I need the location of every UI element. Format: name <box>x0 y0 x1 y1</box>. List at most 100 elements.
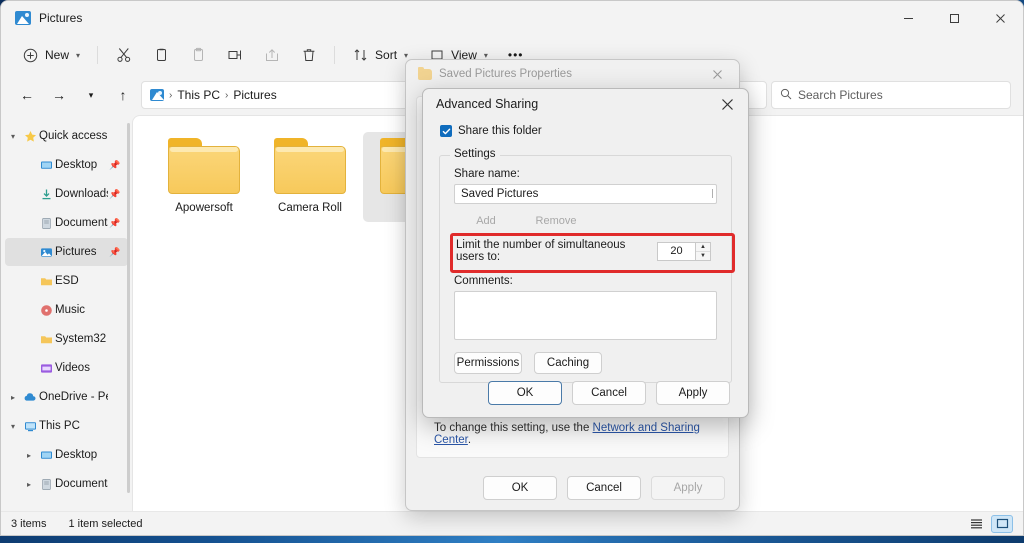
network-sharing-note: To change this setting, use the Network … <box>434 422 739 446</box>
up-arrow-icon[interactable]: ↑ <box>109 81 137 109</box>
advanced-sharing-dialog: Advanced Sharing Share this folder Setti… <box>422 88 749 418</box>
breadcrumb-pictures[interactable]: Pictures <box>233 88 276 102</box>
status-bar: 3 items 1 item selected <box>1 511 1023 535</box>
recent-locations-chevron-down-icon[interactable]: ▾ <box>77 81 105 109</box>
sidebar-item-label: Documents <box>55 217 108 229</box>
sidebar-item-label: Quick access <box>39 130 108 142</box>
properties-apply-button[interactable]: Apply <box>651 476 725 500</box>
search-placeholder: Search Pictures <box>798 88 883 102</box>
advanced-sharing-apply-button[interactable]: Apply <box>656 381 730 405</box>
sort-icon <box>352 47 369 64</box>
window-title: Pictures <box>39 11 83 25</box>
expander-chevron-icon[interactable]: ▸ <box>21 480 37 489</box>
share-this-folder-checkbox[interactable] <box>440 125 452 137</box>
sidebar-item-label: Music <box>55 304 86 316</box>
plus-circle-icon <box>22 47 39 64</box>
trash-icon <box>300 47 317 64</box>
sidebar-item-documents[interactable]: Documents 📌 <box>5 209 128 237</box>
sidebar-item-system32[interactable]: System32 <box>5 325 128 353</box>
cut-button[interactable] <box>106 40 141 70</box>
window-controls <box>885 1 1023 35</box>
sidebar-item-desktop[interactable]: Desktop 📌 <box>5 151 128 179</box>
limit-users-value[interactable]: 20 <box>657 241 695 261</box>
forward-arrow-icon[interactable]: → <box>45 81 73 109</box>
sidebar-item-quick-access[interactable]: ▾ Quick access <box>5 122 128 150</box>
expander-chevron-icon[interactable]: ▾ <box>5 132 21 141</box>
limit-users-stepper[interactable]: 20 ▲ ▼ <box>657 241 711 261</box>
settings-legend: Settings <box>450 148 500 160</box>
properties-cancel-button[interactable]: Cancel <box>567 476 641 500</box>
large-icons-view-icon[interactable] <box>991 514 1013 533</box>
expander-chevron-icon[interactable]: ▸ <box>5 393 21 402</box>
sidebar-item-esd[interactable]: ESD <box>5 267 128 295</box>
minimize-icon[interactable] <box>885 1 931 35</box>
chevron-down-icon[interactable] <box>704 189 713 198</box>
sidebar-item-label: Desktop <box>55 449 98 461</box>
new-button[interactable]: New ▾ <box>13 40 89 70</box>
breadcrumb-separator: › <box>225 89 229 101</box>
back-arrow-icon[interactable]: ← <box>13 81 41 109</box>
folder-icon <box>37 275 55 288</box>
caching-button[interactable]: Caching <box>534 352 602 374</box>
sidebar-item-label: OneDrive - Perso <box>39 391 108 403</box>
advanced-sharing-ok-button[interactable]: OK <box>488 381 562 405</box>
new-button-label: New <box>45 48 70 62</box>
advanced-sharing-cancel-button[interactable]: Cancel <box>572 381 646 405</box>
remove-button[interactable]: Remove <box>526 211 586 230</box>
properties-ok-button[interactable]: OK <box>483 476 557 500</box>
breadcrumb-this-pc[interactable]: This PC <box>177 88 220 102</box>
folder-icon <box>37 333 55 346</box>
sidebar-item-onedrive-perso[interactable]: ▸ OneDrive - Perso <box>5 383 128 411</box>
toolbar-divider <box>97 46 99 64</box>
sidebar-item-music[interactable]: Music <box>5 296 128 324</box>
copy-button[interactable] <box>143 40 178 70</box>
sidebar-scrollbar[interactable] <box>127 123 130 493</box>
comments-input[interactable] <box>454 291 717 340</box>
pin-icon[interactable]: 📌 <box>108 160 122 171</box>
sidebar-item-this-pc[interactable]: ▾ This PC <box>5 412 128 440</box>
share-name-input[interactable]: Saved Pictures <box>454 184 717 204</box>
paste-button[interactable] <box>180 40 215 70</box>
details-view-icon[interactable] <box>965 515 987 533</box>
pin-icon[interactable]: 📌 <box>108 218 122 229</box>
permissions-button[interactable]: Permissions <box>454 352 522 374</box>
pin-icon[interactable]: 📌 <box>108 247 122 258</box>
share-name-label: Share name: <box>454 168 520 180</box>
stepper-down-icon[interactable]: ▼ <box>696 252 710 260</box>
share-this-folder-label: Share this folder <box>458 125 542 137</box>
expander-chevron-icon[interactable]: ▾ <box>5 422 21 431</box>
maximize-icon[interactable] <box>931 1 977 35</box>
pin-icon[interactable]: 📌 <box>108 189 122 200</box>
sidebar-item-label: Pictures <box>55 246 97 258</box>
desktop-icon <box>37 449 55 462</box>
breadcrumb-separator: › <box>169 89 173 101</box>
item-count: 3 items <box>11 517 47 530</box>
search-box[interactable]: Search Pictures <box>771 81 1011 109</box>
chevron-down-icon: ▾ <box>76 50 81 60</box>
add-button[interactable]: Add <box>456 211 516 230</box>
expander-chevron-icon[interactable]: ▸ <box>21 451 37 460</box>
navigation-pane: ▾ Quick access Desktop 📌 Downloads 📌 Documents… <box>1 115 132 511</box>
pictures-icon <box>15 11 31 25</box>
file-tile[interactable]: Camera Roll <box>257 132 363 222</box>
close-icon[interactable] <box>712 92 742 116</box>
properties-title: Saved Pictures Properties <box>439 68 572 80</box>
search-icon <box>780 88 792 103</box>
sidebar-item-desktop[interactable]: ▸ Desktop <box>5 441 128 469</box>
stepper-up-icon[interactable]: ▲ <box>696 243 710 252</box>
share-button[interactable] <box>254 40 289 70</box>
sort-button-label: Sort <box>375 48 398 62</box>
close-icon[interactable] <box>703 63 731 85</box>
sidebar-item-documents[interactable]: ▸ Documents <box>5 470 128 498</box>
folder-icon <box>274 138 346 194</box>
sidebar-item-videos[interactable]: Videos <box>5 354 128 382</box>
file-tile[interactable]: Apowersoft <box>151 132 257 222</box>
pictures-icon <box>37 246 55 259</box>
share-this-folder-row[interactable]: Share this folder <box>423 119 748 137</box>
share-name-actions: Add Remove <box>454 211 717 230</box>
sidebar-item-downloads[interactable]: Downloads 📌 <box>5 180 128 208</box>
delete-button[interactable] <box>291 40 326 70</box>
rename-button[interactable] <box>217 40 252 70</box>
close-icon[interactable] <box>977 1 1023 35</box>
sidebar-item-pictures[interactable]: Pictures 📌 <box>5 238 128 266</box>
